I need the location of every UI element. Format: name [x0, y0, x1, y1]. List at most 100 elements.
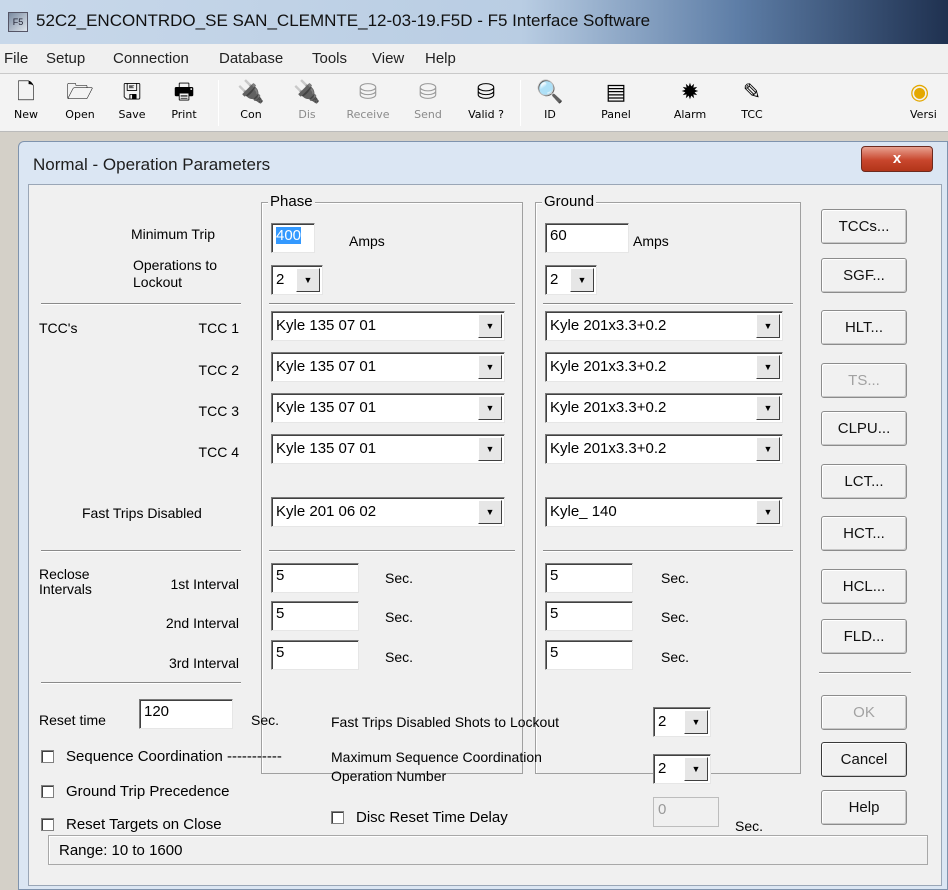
fld-button[interactable]: FLD...	[821, 619, 907, 654]
title-bar[interactable]: F5 52C2_ENCONTRDO_SE SAN_CLEMNTE_12-03-1…	[0, 0, 948, 44]
ground-operations-to-lockout-select[interactable]: 2 ▼	[545, 265, 597, 295]
close-button[interactable]: x	[861, 146, 933, 172]
toolbar-connect-button[interactable]: 🔌 Con	[226, 78, 276, 128]
chevron-down-icon[interactable]: ▼	[478, 500, 502, 524]
chevron-down-icon[interactable]: ▼	[756, 500, 780, 524]
reset-time-input[interactable]: 120	[139, 699, 233, 729]
phase-operations-to-lockout-select[interactable]: 2 ▼	[271, 265, 323, 295]
disc-reset-time-input[interactable]: 0	[653, 797, 719, 827]
chevron-down-icon[interactable]: ▼	[756, 396, 780, 420]
checkbox-box[interactable]	[41, 750, 54, 763]
toolbar-save-button[interactable]: 🖫 Save	[110, 78, 154, 128]
toolbar-alarm-button[interactable]: ✹ Alarm	[664, 78, 716, 128]
tcc1-label: TCC 1	[141, 320, 239, 336]
cancel-button[interactable]: Cancel	[821, 742, 907, 777]
checkbox-box[interactable]	[41, 785, 54, 798]
ground-interval1-input[interactable]: 5	[545, 563, 633, 593]
menu-file[interactable]: File	[4, 50, 28, 67]
phase-interval2-input[interactable]: 5	[271, 601, 359, 631]
toolbar-id-button[interactable]: 🔍 ID	[524, 78, 576, 128]
phase-tcc3-value: Kyle 135 07 01	[276, 399, 376, 416]
sequence-coordination-checkbox[interactable]: Sequence Coordination -----------	[41, 748, 282, 765]
phase-interval3-input[interactable]: 5	[271, 640, 359, 670]
chevron-down-icon[interactable]: ▼	[478, 314, 502, 338]
toolbar-send-label: Send	[414, 108, 442, 121]
disc-reset-time-delay-checkbox[interactable]: Disc Reset Time Delay	[331, 809, 508, 826]
tccs-button[interactable]: TCCs...	[821, 209, 907, 244]
phase-interval1-value: 5	[276, 567, 284, 584]
toolbar-disconnect-label: Dis	[298, 108, 315, 121]
clpu-button[interactable]: CLPU...	[821, 411, 907, 446]
chevron-down-icon[interactable]: ▼	[756, 355, 780, 379]
operations-to-lockout-label: Operations to Lockout	[133, 257, 217, 291]
lct-button[interactable]: LCT...	[821, 464, 907, 499]
ground-interval3-input[interactable]: 5	[545, 640, 633, 670]
section-separator	[269, 550, 515, 552]
phase-sec-label: Sec.	[385, 609, 413, 625]
phase-interval1-input[interactable]: 5	[271, 563, 359, 593]
ground-tcc3-select[interactable]: Kyle 201x3.3+0.2▼	[545, 393, 783, 423]
hct-button[interactable]: HCT...	[821, 516, 907, 551]
checkbox-box[interactable]	[41, 818, 54, 831]
fast-trips-shots-select[interactable]: 2▼	[653, 707, 711, 737]
application-icon[interactable]: F5	[8, 12, 28, 32]
toolbar-alarm-label: Alarm	[674, 108, 706, 121]
toolbar-new-button[interactable]: 🗋 New	[4, 78, 48, 128]
phase-tcc2-select[interactable]: Kyle 135 07 01▼	[271, 352, 505, 382]
chevron-down-icon[interactable]: ▼	[756, 314, 780, 338]
ground-sec-label: Sec.	[661, 570, 689, 586]
section-separator	[41, 550, 241, 552]
ok-button[interactable]: OK	[821, 695, 907, 730]
ground-minimum-trip-input[interactable]: 60	[545, 223, 629, 253]
chevron-down-icon[interactable]: ▼	[756, 437, 780, 461]
menu-database[interactable]: Database	[219, 50, 283, 67]
ground-fast-trips-select[interactable]: Kyle_ 140▼	[545, 497, 783, 527]
chevron-down-icon[interactable]: ▼	[684, 757, 708, 781]
max-sequence-select[interactable]: 2▼	[653, 754, 711, 784]
save-disk-icon: 🖫	[110, 78, 154, 108]
toolbar-print-button[interactable]: 🖶 Print	[162, 78, 206, 128]
chevron-down-icon[interactable]: ▼	[478, 437, 502, 461]
toolbar-validate-button[interactable]: ⛁ Valid ?	[460, 78, 512, 128]
ground-interval2-input[interactable]: 5	[545, 601, 633, 631]
toolbar-panel-button[interactable]: ▤ Panel	[590, 78, 642, 128]
sgf-button[interactable]: SGF...	[821, 258, 907, 293]
chevron-down-icon[interactable]: ▼	[296, 268, 320, 292]
chevron-down-icon[interactable]: ▼	[684, 710, 708, 734]
chevron-down-icon[interactable]: ▼	[478, 355, 502, 379]
menu-setup[interactable]: Setup	[46, 50, 85, 67]
ground-tcc1-select[interactable]: Kyle 201x3.3+0.2▼	[545, 311, 783, 341]
open-folder-icon: 🗁	[58, 78, 102, 108]
phase-tcc1-value: Kyle 135 07 01	[276, 317, 376, 334]
ground-tcc2-select[interactable]: Kyle 201x3.3+0.2▼	[545, 352, 783, 382]
ts-button[interactable]: TS...	[821, 363, 907, 398]
database-validate-icon: ⛁	[460, 78, 512, 108]
toolbar-open-button[interactable]: 🗁 Open	[58, 78, 102, 128]
phase-tcc4-select[interactable]: Kyle 135 07 01▼	[271, 434, 505, 464]
reset-targets-on-close-checkbox[interactable]: Reset Targets on Close	[41, 816, 222, 833]
menu-connection[interactable]: Connection	[113, 50, 189, 67]
printer-icon: 🖶	[162, 78, 206, 108]
phase-tcc1-select[interactable]: Kyle 135 07 01 ▼	[271, 311, 505, 341]
menu-help[interactable]: Help	[425, 50, 456, 67]
toolbar-separator	[520, 80, 521, 126]
toolbar-receive-button[interactable]: ⛁ Receive	[340, 78, 396, 128]
ground-trip-precedence-checkbox[interactable]: Ground Trip Precedence	[41, 783, 229, 800]
phase-tcc3-select[interactable]: Kyle 135 07 01 ▼	[271, 393, 505, 423]
checkbox-box[interactable]	[331, 811, 344, 824]
menu-tools[interactable]: Tools	[312, 50, 347, 67]
toolbar-disconnect-button[interactable]: 🔌 Dis	[284, 78, 330, 128]
toolbar-version-button[interactable]: ◉ Versi	[910, 78, 948, 128]
phase-minimum-trip-input[interactable]: 400	[271, 223, 315, 253]
chevron-down-icon[interactable]: ▼	[570, 268, 594, 292]
menu-view[interactable]: View	[372, 50, 404, 67]
toolbar-tcc-button[interactable]: ✎ TCC	[726, 78, 778, 128]
ground-tcc4-select[interactable]: Kyle 201x3.3+0.2▼	[545, 434, 783, 464]
chevron-down-icon[interactable]: ▼	[478, 396, 502, 420]
section-separator	[819, 672, 911, 674]
phase-fast-trips-select[interactable]: Kyle 201 06 02▼	[271, 497, 505, 527]
hlt-button[interactable]: HLT...	[821, 310, 907, 345]
toolbar-send-button[interactable]: ⛁ Send	[402, 78, 454, 128]
hcl-button[interactable]: HCL...	[821, 569, 907, 604]
help-button[interactable]: Help	[821, 790, 907, 825]
